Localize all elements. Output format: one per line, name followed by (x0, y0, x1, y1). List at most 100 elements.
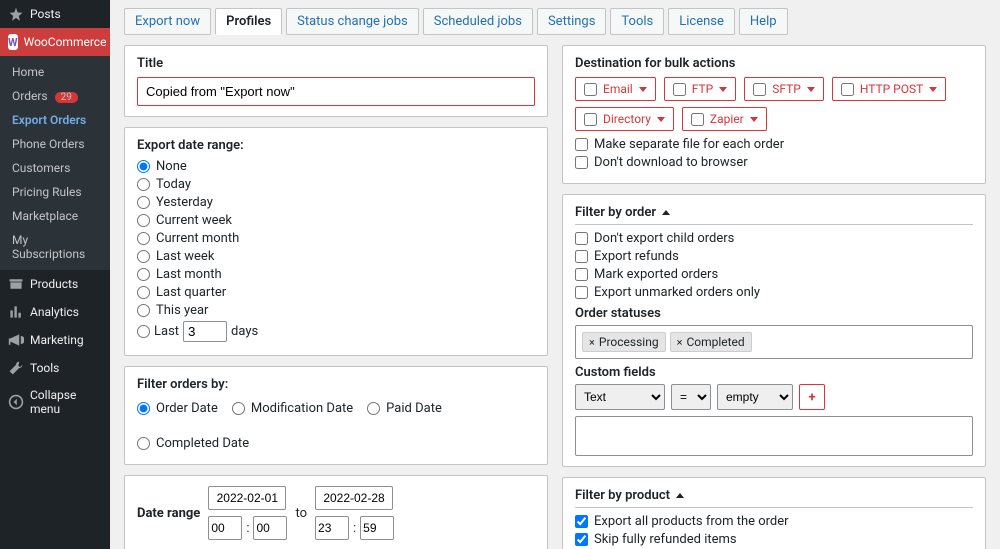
cf-type-select[interactable]: Text (575, 384, 665, 410)
check-export-all[interactable]: Export all products from the order (575, 514, 973, 529)
date-range-heading: Export date range: (137, 138, 535, 153)
filter-orders-heading: Filter orders by: (137, 377, 535, 392)
caret-icon (807, 87, 815, 92)
from-hour[interactable] (208, 516, 242, 540)
dest-dir-label: Directory (603, 112, 651, 126)
dest-http[interactable]: HTTP POST (832, 77, 946, 101)
tab-export-now[interactable]: Export now (124, 8, 211, 35)
dr-label: Date range (137, 506, 200, 521)
radio-cur-month[interactable]: Current month (137, 231, 535, 246)
nodl-label: Don't download to browser (594, 155, 748, 170)
cf-op-select[interactable]: = (671, 384, 711, 410)
dest-sftp-label: SFTP (772, 82, 801, 96)
radio-today[interactable]: Today (137, 177, 535, 192)
to-date-input[interactable] (315, 486, 393, 510)
sidebar-tools[interactable]: Tools (0, 354, 110, 382)
sub-pricing[interactable]: Pricing Rules (0, 180, 110, 204)
close-icon[interactable]: × (589, 336, 595, 349)
caret-icon (639, 87, 647, 92)
megaphone-icon (8, 332, 24, 348)
tab-help[interactable]: Help (739, 8, 788, 35)
sub-export-orders[interactable]: Export Orders (0, 108, 110, 132)
comp-date-label: Completed Date (156, 436, 249, 451)
tab-profiles[interactable]: Profiles (215, 8, 282, 35)
from-date-input[interactable] (208, 486, 286, 510)
tab-settings[interactable]: Settings (537, 8, 606, 35)
sidebar-analytics[interactable]: Analytics (0, 298, 110, 326)
sidebar-marketing[interactable]: Marketing (0, 326, 110, 354)
radio-last-quarter[interactable]: Last quarter (137, 285, 535, 300)
check-unmarked[interactable]: Export unmarked orders only (575, 285, 973, 300)
dest-zapier[interactable]: Zapier (682, 107, 767, 131)
child-label: Don't export child orders (594, 231, 734, 246)
tab-license[interactable]: License (668, 8, 735, 35)
sub-home[interactable]: Home (0, 60, 110, 84)
tag-processing[interactable]: ×Processing (582, 332, 666, 352)
fbo-header[interactable]: Filter by order (575, 205, 973, 225)
radio-yesterday[interactable]: Yesterday (137, 195, 535, 210)
sub-orders[interactable]: Orders 29 (0, 84, 110, 108)
caret-icon (657, 117, 665, 122)
radio-mod-date[interactable]: Modification Date (232, 401, 353, 416)
radio-cur-week[interactable]: Current week (137, 213, 535, 228)
sidebar-posts[interactable]: Posts (0, 0, 110, 28)
statuses-label: Order statuses (575, 306, 973, 321)
all-label: Export all products from the order (594, 514, 789, 529)
dest-heading: Destination for bulk actions (575, 56, 973, 71)
dest-sftp[interactable]: SFTP (744, 77, 824, 101)
check-no-download[interactable]: Don't download to browser (575, 155, 973, 170)
dest-ftp[interactable]: FTP (664, 77, 736, 101)
to-min[interactable] (360, 516, 394, 540)
custom-fields-label: Custom fields (575, 365, 973, 380)
fbp-header[interactable]: Filter by product (575, 488, 973, 508)
radio-this-year[interactable]: This year (137, 303, 535, 318)
statuses-input[interactable]: ×Processing ×Completed (575, 325, 973, 359)
add-custom-field-button[interactable]: + (799, 384, 825, 410)
tab-tools[interactable]: Tools (610, 8, 664, 35)
check-skip-refunded[interactable]: Skip fully refunded items (575, 532, 973, 547)
check-child[interactable]: Don't export child orders (575, 231, 973, 246)
from-min[interactable] (253, 516, 287, 540)
paid-date-label: Paid Date (386, 401, 442, 416)
sub-phone-orders[interactable]: Phone Orders (0, 132, 110, 156)
order-date-label: Order Date (156, 401, 218, 416)
check-refunds[interactable]: Export refunds (575, 249, 973, 264)
dest-directory[interactable]: Directory (575, 107, 674, 131)
orders-count-badge: 29 (55, 92, 78, 103)
sub-subscriptions[interactable]: My Subscriptions (0, 228, 110, 266)
sub-customers[interactable]: Customers (0, 156, 110, 180)
sidebar-woocommerce[interactable]: W WooCommerce (0, 28, 110, 56)
tab-status-change[interactable]: Status change jobs (286, 8, 419, 35)
radio-paid-date[interactable]: Paid Date (367, 401, 442, 416)
sidebar-collapse-label: Collapse menu (30, 388, 102, 416)
radio-last-month[interactable]: Last month (137, 267, 535, 282)
radio-last-week-label: Last week (156, 249, 214, 264)
check-separate-file[interactable]: Make separate file for each order (575, 137, 973, 152)
last-days-input[interactable] (183, 321, 227, 342)
sep-label: Make separate file for each order (594, 137, 784, 152)
sub-marketplace[interactable]: Marketplace (0, 204, 110, 228)
radio-last-n[interactable]: Last days (137, 321, 535, 342)
dest-email-label: Email (603, 82, 633, 96)
caret-icon (929, 87, 937, 92)
sidebar-collapse[interactable]: Collapse menu (0, 382, 110, 422)
sidebar-products[interactable]: Products (0, 270, 110, 298)
to-hour[interactable] (315, 516, 349, 540)
check-mark[interactable]: Mark exported orders (575, 267, 973, 282)
fbp-heading-label: Filter by product (575, 488, 670, 503)
radio-comp-date[interactable]: Completed Date (137, 436, 249, 451)
filter-by-order-box: Filter by order Don't export child order… (562, 194, 986, 467)
radio-last-quarter-label: Last quarter (156, 285, 226, 300)
custom-fields-area[interactable] (575, 416, 973, 456)
radio-order-date[interactable]: Order Date (137, 401, 218, 416)
unmarked-label: Export unmarked orders only (594, 285, 760, 300)
title-input[interactable] (137, 77, 535, 106)
tab-scheduled[interactable]: Scheduled jobs (423, 8, 533, 35)
radio-none[interactable]: None (137, 159, 535, 174)
tag-completed[interactable]: ×Completed (670, 332, 752, 352)
dest-email[interactable]: Email (575, 77, 656, 101)
cf-val-select[interactable]: empty (717, 384, 793, 410)
close-icon[interactable]: × (677, 336, 683, 349)
wrench-icon (8, 360, 24, 376)
radio-last-week[interactable]: Last week (137, 249, 535, 264)
